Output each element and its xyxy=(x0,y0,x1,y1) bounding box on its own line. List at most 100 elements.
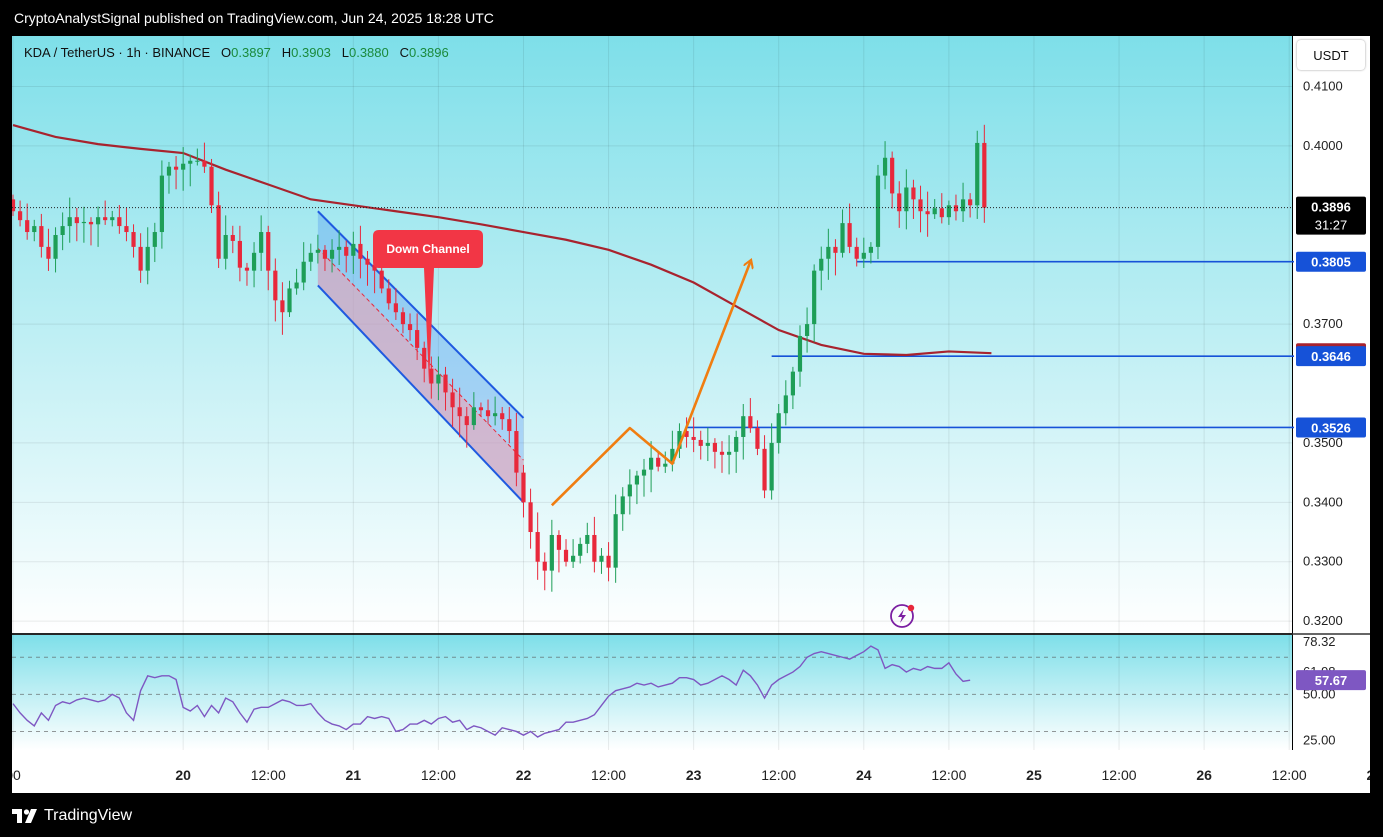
candle-body xyxy=(726,451,732,455)
y-tick-label: 0.3200 xyxy=(1303,613,1343,628)
rsi-y-tick-label: 78.32 xyxy=(1303,634,1336,649)
close-label: C xyxy=(399,45,409,60)
symbol-label: KDA / TetherUS · 1h · BINANCE xyxy=(24,45,211,60)
candle-body xyxy=(762,448,767,491)
y-tick-label: 0.4100 xyxy=(1303,78,1343,93)
candle-body xyxy=(592,534,597,562)
candle-body xyxy=(67,217,72,227)
x-tick-label: 12:00 xyxy=(761,767,796,783)
rsi-y-tick-label: 25.00 xyxy=(1303,733,1336,748)
candle-body xyxy=(415,330,420,348)
candle-body xyxy=(308,252,313,262)
y-tick-label: 0.4000 xyxy=(1303,138,1343,153)
candle-body xyxy=(301,261,306,283)
candle-body xyxy=(734,436,739,452)
chart-svg[interactable]: Down Channel 0.41000.40000.37000.35000.3… xyxy=(5,36,1382,793)
rsi-pane-bg xyxy=(12,635,1292,750)
candle-body xyxy=(620,496,625,515)
candle-body xyxy=(982,142,987,208)
candle-body xyxy=(443,374,448,393)
candle-body xyxy=(188,160,193,164)
candle-body xyxy=(627,484,632,497)
chart-area[interactable]: Down Channel 0.4100 0.4000 0.3700 0.3500 0.3… xyxy=(5,36,1382,793)
candle-body xyxy=(145,246,150,271)
candle-body xyxy=(131,232,136,247)
candle-body xyxy=(351,243,356,256)
x-tick-label: 00 xyxy=(12,767,21,783)
x-tick-label: 12:00 xyxy=(931,767,966,783)
x-tick-label: 27 xyxy=(1366,767,1370,783)
candle-body xyxy=(457,407,462,417)
candle-body xyxy=(152,232,157,247)
candle-body xyxy=(542,561,547,571)
candle-body xyxy=(393,303,398,313)
candle-body xyxy=(103,217,108,221)
candle-body xyxy=(663,463,668,467)
high-value: 0.3903 xyxy=(291,45,331,60)
candle-body xyxy=(159,175,164,233)
candle-body xyxy=(322,249,328,259)
price-label-text: 0.3526 xyxy=(1311,420,1351,435)
y-tick-label: 0.3400 xyxy=(1303,494,1343,509)
x-tick-label: 22 xyxy=(516,767,532,783)
candle-body xyxy=(507,419,512,432)
x-tick-label: 12:00 xyxy=(421,767,456,783)
candle-body xyxy=(804,324,810,336)
candle-body xyxy=(209,166,214,206)
candle-body xyxy=(819,258,824,271)
candle-body xyxy=(634,475,640,485)
candle-body xyxy=(81,221,86,224)
candle-body xyxy=(10,199,16,212)
x-tick-label: 12:00 xyxy=(1272,767,1307,783)
candle-body xyxy=(478,407,484,411)
footer-bar: TradingView xyxy=(0,793,1383,837)
candle-body xyxy=(117,217,122,227)
candle-body xyxy=(875,175,881,247)
candle-body xyxy=(244,267,250,271)
candle-body xyxy=(755,428,760,449)
candle-body xyxy=(280,300,285,313)
x-tick-label: 25 xyxy=(1026,767,1042,783)
candle-body xyxy=(606,555,611,568)
price-pane-bg xyxy=(12,36,1292,633)
candle-body xyxy=(783,395,788,414)
candle-body xyxy=(223,235,228,259)
publisher-line: CryptoAnalystSignal published on Trading… xyxy=(14,10,494,26)
candle-body xyxy=(95,217,101,225)
candle-body xyxy=(705,442,710,446)
candle-body xyxy=(202,160,207,167)
candle-body xyxy=(549,534,554,571)
candle-body xyxy=(535,532,540,562)
candle-body xyxy=(719,451,725,455)
candle-body xyxy=(599,555,604,562)
candle-body xyxy=(436,374,441,384)
candle-body xyxy=(485,410,491,417)
candle-body xyxy=(556,534,562,550)
candle-body xyxy=(53,235,58,259)
candle-body xyxy=(578,543,583,556)
candle-body xyxy=(124,226,129,233)
candle-body xyxy=(407,324,413,331)
open-label: O xyxy=(221,45,232,60)
candle-body xyxy=(656,457,661,467)
candle-body xyxy=(897,193,902,212)
candle-body xyxy=(528,502,533,533)
candle-body xyxy=(88,221,94,225)
candle-body xyxy=(691,436,696,440)
candle-body xyxy=(911,187,916,200)
tradingview-logo-icon xyxy=(12,809,37,823)
low-value: 0.3880 xyxy=(348,45,389,60)
candle-body xyxy=(854,246,859,259)
candle-body xyxy=(939,208,944,218)
x-tick-label: 12:00 xyxy=(251,767,286,783)
candle-body xyxy=(266,232,271,271)
candle-body xyxy=(166,166,172,176)
candle-body xyxy=(329,249,335,259)
currency-button[interactable]: USDT xyxy=(1297,40,1365,70)
candle-body xyxy=(932,208,937,215)
candle-body xyxy=(344,246,349,256)
tradingview-logo[interactable]: TradingView xyxy=(12,807,132,825)
publisher-bar: CryptoAnalystSignal published on Trading… xyxy=(0,0,1383,36)
candle-body xyxy=(975,142,980,206)
candle-body xyxy=(812,270,817,325)
